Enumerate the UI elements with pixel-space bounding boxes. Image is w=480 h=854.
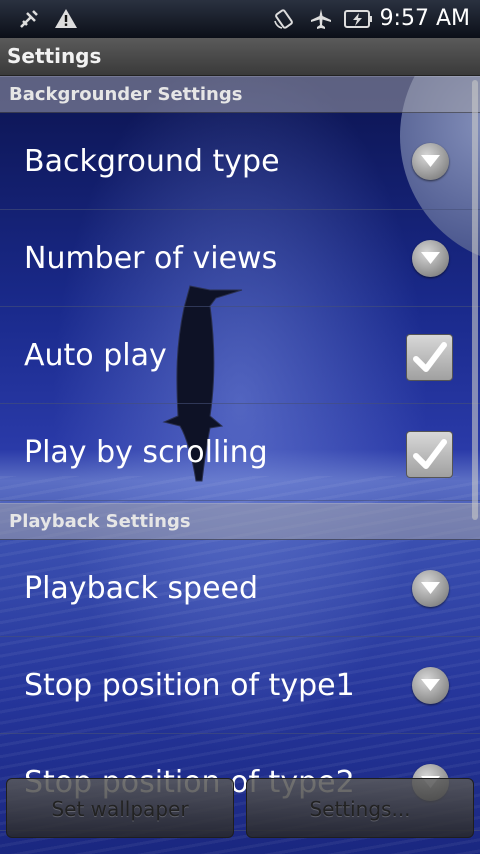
settings-button[interactable]: Settings...	[246, 778, 474, 838]
section-header-backgrounder: Backgrounder Settings	[0, 76, 480, 113]
rotate-icon	[270, 5, 298, 33]
setting-label: Playback speed	[24, 571, 259, 606]
title-bar: Settings	[0, 38, 480, 76]
checkmark-icon	[413, 342, 447, 372]
chevron-down-icon[interactable]	[412, 143, 449, 180]
status-bar: 9:57 AM	[0, 0, 480, 38]
page-title: Settings	[7, 44, 102, 68]
setting-playback-speed[interactable]: Playback speed	[0, 540, 480, 637]
set-wallpaper-label: Set wallpaper	[51, 797, 189, 821]
checkmark-icon	[413, 439, 447, 469]
setting-auto-play[interactable]: Auto play	[0, 307, 480, 404]
setting-label: Stop position of type1	[24, 668, 355, 703]
chevron-down-icon[interactable]	[412, 240, 449, 277]
settings-button-label: Settings...	[309, 797, 411, 821]
settings-list[interactable]: Backgrounder Settings Background type Nu…	[0, 76, 480, 854]
play-by-scrolling-checkbox[interactable]	[406, 431, 453, 478]
setting-background-type[interactable]: Background type	[0, 113, 480, 210]
setting-stop-position-type1[interactable]: Stop position of type1	[0, 637, 480, 734]
airplane-icon	[308, 5, 334, 33]
setting-label: Play by scrolling	[24, 435, 268, 470]
setting-number-of-views[interactable]: Number of views	[0, 210, 480, 307]
auto-play-checkbox[interactable]	[406, 334, 453, 381]
warning-icon	[53, 5, 79, 33]
chevron-down-icon[interactable]	[412, 667, 449, 704]
battery-charging-icon	[344, 5, 374, 33]
section-header-playback: Playback Settings	[0, 503, 480, 540]
scrollbar[interactable]	[472, 80, 478, 520]
setting-label: Background type	[24, 144, 280, 179]
usb-debug-icon	[16, 5, 42, 33]
status-time: 9:57 AM	[379, 6, 470, 31]
section-header-label: Playback Settings	[9, 511, 191, 532]
section-header-label: Backgrounder Settings	[9, 84, 243, 105]
setting-label: Number of views	[24, 241, 278, 276]
set-wallpaper-button[interactable]: Set wallpaper	[6, 778, 234, 838]
setting-play-by-scrolling[interactable]: Play by scrolling	[0, 404, 480, 501]
chevron-down-icon[interactable]	[412, 570, 449, 607]
setting-label: Auto play	[24, 338, 167, 373]
